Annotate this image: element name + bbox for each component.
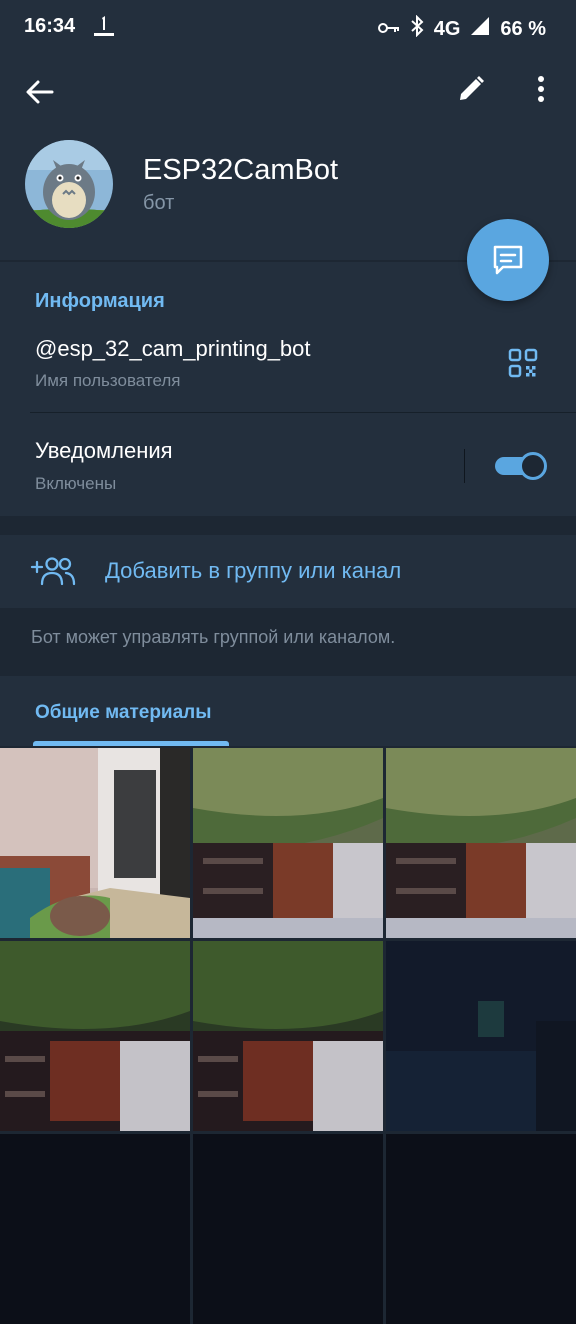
media-thumbnail[interactable] (193, 748, 383, 938)
bot-hint-text: Бот может управлять группой или каналом. (31, 627, 396, 647)
signal-icon (470, 16, 490, 42)
tab-indicator (33, 741, 229, 746)
qr-code-button[interactable] (507, 347, 539, 379)
photo-ceiling-tilted (386, 748, 576, 938)
chat-bubble-icon (493, 245, 523, 275)
battery-text: 66 % (500, 17, 546, 40)
media-thumbnail[interactable] (193, 1134, 383, 1324)
more-options-button[interactable] (524, 72, 558, 106)
status-right: 4G 66 % (377, 14, 546, 43)
tab-shared-media[interactable]: Общие материалы (35, 702, 211, 724)
bot-name: ESP32CamBot (143, 154, 339, 186)
divider (30, 412, 576, 413)
media-thumbnail[interactable] (386, 941, 576, 1131)
add-users-icon (30, 555, 76, 587)
media-thumbnail[interactable] (0, 941, 190, 1131)
notification-app-icon (92, 14, 116, 40)
notifications-toggle[interactable] (495, 452, 547, 480)
photo-ceiling-tilted-2 (0, 941, 190, 1131)
status-time: 16:34 (24, 15, 76, 37)
back-button[interactable] (22, 74, 58, 110)
photo-black (0, 1134, 190, 1324)
key-icon (377, 18, 400, 41)
photo-black (386, 1134, 576, 1324)
network-type: 4G (433, 17, 461, 40)
username-label: Имя пользователя (35, 371, 181, 390)
notifications-state: Включены (35, 474, 117, 493)
media-grid (0, 748, 576, 1324)
info-section: Информация @esp_32_cam_printing_bot Имя … (0, 262, 576, 516)
qr-code-icon (508, 348, 538, 378)
media-thumbnail[interactable] (193, 941, 383, 1131)
arrow-left-icon (26, 80, 54, 104)
add-to-group-label: Добавить в группу или канал (105, 558, 402, 583)
media-thumbnail[interactable] (386, 1134, 576, 1324)
add-to-group-row[interactable]: Добавить в группу или канал (0, 535, 576, 608)
photo-black (193, 1134, 383, 1324)
media-thumbnail[interactable] (386, 748, 576, 938)
media-tabs: Общие материалы (0, 676, 576, 746)
photo-room-curtain (0, 748, 190, 938)
status-bar: 16:34 4G 66 % (0, 0, 576, 56)
username-value[interactable]: @esp_32_cam_printing_bot (35, 336, 311, 362)
send-message-button[interactable] (467, 219, 549, 301)
totoro-avatar-image (25, 140, 113, 228)
info-section-title: Информация (35, 290, 165, 312)
photo-ceiling-tilted-2 (193, 941, 383, 1131)
notifications-title: Уведомления (35, 438, 173, 463)
bot-subtitle: бот (143, 192, 175, 214)
avatar[interactable] (25, 140, 113, 228)
vertical-separator (464, 449, 465, 483)
photo-ceiling-tilted (193, 748, 383, 938)
media-thumbnail[interactable] (0, 748, 190, 938)
more-vertical-icon (538, 76, 544, 102)
media-thumbnail[interactable] (0, 1134, 190, 1324)
bluetooth-icon (410, 14, 424, 43)
toggle-knob (519, 452, 547, 480)
edit-button[interactable] (454, 72, 488, 106)
pencil-icon (460, 76, 484, 100)
photo-dark-room (386, 941, 576, 1131)
